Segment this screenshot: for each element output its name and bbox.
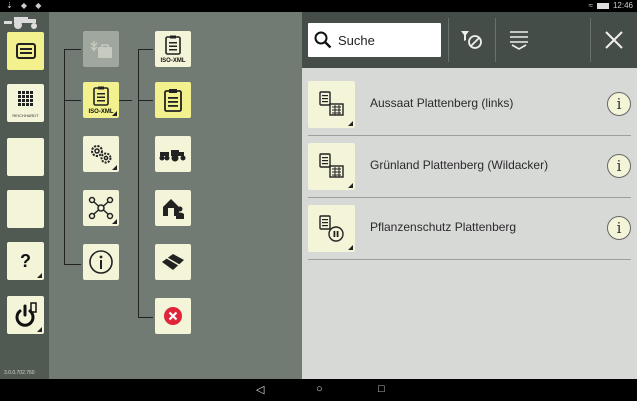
task-list-button[interactable] bbox=[7, 32, 44, 70]
info-icon[interactable]: i bbox=[607, 154, 631, 178]
info-icon[interactable]: i bbox=[607, 92, 631, 116]
close-red-icon bbox=[164, 307, 182, 325]
filter-off-icon bbox=[460, 31, 482, 49]
seeding-task-icon bbox=[318, 90, 344, 116]
navigation-tree-panel: ISO-XML ISO-XML bbox=[49, 12, 302, 379]
wifi-icon: ≈ bbox=[588, 1, 593, 10]
settings-tile[interactable] bbox=[83, 136, 119, 172]
reichhardt-button[interactable]: REICHHARDT bbox=[7, 84, 44, 122]
task-name: Aussaat Plattenberg (links) bbox=[370, 96, 514, 110]
search-icon bbox=[314, 31, 332, 49]
network-tile[interactable] bbox=[83, 190, 119, 226]
isoxml-sub-label: ISO-XML bbox=[160, 58, 186, 64]
clear-filter-button[interactable] bbox=[448, 18, 494, 62]
task-clipboard-icon bbox=[164, 89, 182, 112]
help-label: ? bbox=[20, 250, 31, 271]
left-sidebar: REICHHARDT ? 3.0.0.702.760 bbox=[0, 12, 49, 379]
version-label: 3.0.0.702.760 bbox=[4, 370, 35, 376]
isoxml-sub-tile[interactable]: ISO-XML bbox=[155, 31, 191, 67]
status-left-icons: ⇣ ◆ ◆ bbox=[6, 1, 45, 10]
tasks-tile[interactable] bbox=[155, 82, 191, 118]
close-icon bbox=[604, 31, 623, 49]
close-button[interactable] bbox=[590, 18, 636, 62]
task-name: Pflanzenschutz Plattenberg bbox=[370, 220, 517, 234]
reichhardt-label: REICHHARDT bbox=[12, 113, 39, 118]
status-time: 12:46 bbox=[612, 1, 633, 10]
task-name: Grünland Plattenberg (Wildacker) bbox=[370, 158, 549, 172]
network-nodes-icon bbox=[88, 196, 114, 220]
clipboard-icon bbox=[93, 86, 109, 106]
list-icon bbox=[15, 43, 36, 59]
farm-tile[interactable] bbox=[83, 31, 119, 67]
farm-person-tile[interactable] bbox=[155, 190, 191, 226]
power-button[interactable] bbox=[7, 296, 44, 334]
empty-slot-button-1[interactable] bbox=[7, 138, 44, 176]
paused-task-icon bbox=[318, 214, 344, 242]
delete-tile[interactable] bbox=[155, 298, 191, 334]
toolbar: Suche bbox=[302, 12, 637, 68]
search-placeholder: Suche bbox=[338, 32, 375, 48]
grid-icon bbox=[17, 91, 33, 106]
back-icon[interactable]: ◁ bbox=[256, 383, 264, 396]
recents-icon[interactable]: □ bbox=[378, 383, 385, 395]
sort-list-icon bbox=[509, 31, 528, 50]
power-icon bbox=[15, 302, 37, 327]
farm-case-icon bbox=[90, 41, 112, 58]
task-list-panel: Suche Aussaat Plattenberg (links) i Grün… bbox=[302, 12, 637, 379]
gears-icon bbox=[91, 145, 112, 164]
list-item[interactable]: Grünland Plattenberg (Wildacker) i bbox=[308, 136, 631, 198]
task-list: Aussaat Plattenberg (links) i Grünland P… bbox=[308, 74, 631, 260]
empty-slot-button-2[interactable] bbox=[7, 190, 44, 228]
field-map-icon bbox=[162, 254, 184, 270]
list-item[interactable]: Pflanzenschutz Plattenberg i bbox=[308, 198, 631, 260]
task-icon-tile bbox=[308, 205, 355, 252]
info-circle-icon bbox=[89, 250, 113, 274]
barn-person-icon bbox=[163, 199, 184, 219]
tractor-logo-icon bbox=[4, 17, 37, 29]
battery-icon bbox=[596, 2, 609, 9]
fields-tile[interactable] bbox=[155, 244, 191, 280]
info-tile[interactable] bbox=[83, 244, 119, 280]
search-input[interactable]: Suche bbox=[308, 23, 441, 57]
sort-button[interactable] bbox=[495, 18, 541, 62]
list-item[interactable]: Aussaat Plattenberg (links) i bbox=[308, 74, 631, 136]
home-icon[interactable]: ○ bbox=[316, 383, 323, 395]
status-bar: ⇣ ◆ ◆ ≈ 12:46 bbox=[0, 0, 637, 12]
info-icon[interactable]: i bbox=[607, 216, 631, 240]
isoxml-tile[interactable]: ISO-XML bbox=[83, 82, 119, 118]
system-nav-bar: ◁ ○ □ bbox=[0, 379, 637, 401]
tractor-implement-icon bbox=[159, 150, 186, 162]
task-icon-tile bbox=[308, 81, 355, 128]
grassland-task-icon bbox=[318, 152, 344, 178]
help-button[interactable]: ? bbox=[7, 242, 44, 280]
task-icon-tile bbox=[308, 143, 355, 190]
machines-tile[interactable] bbox=[155, 136, 191, 172]
clipboard-icon bbox=[165, 35, 181, 55]
